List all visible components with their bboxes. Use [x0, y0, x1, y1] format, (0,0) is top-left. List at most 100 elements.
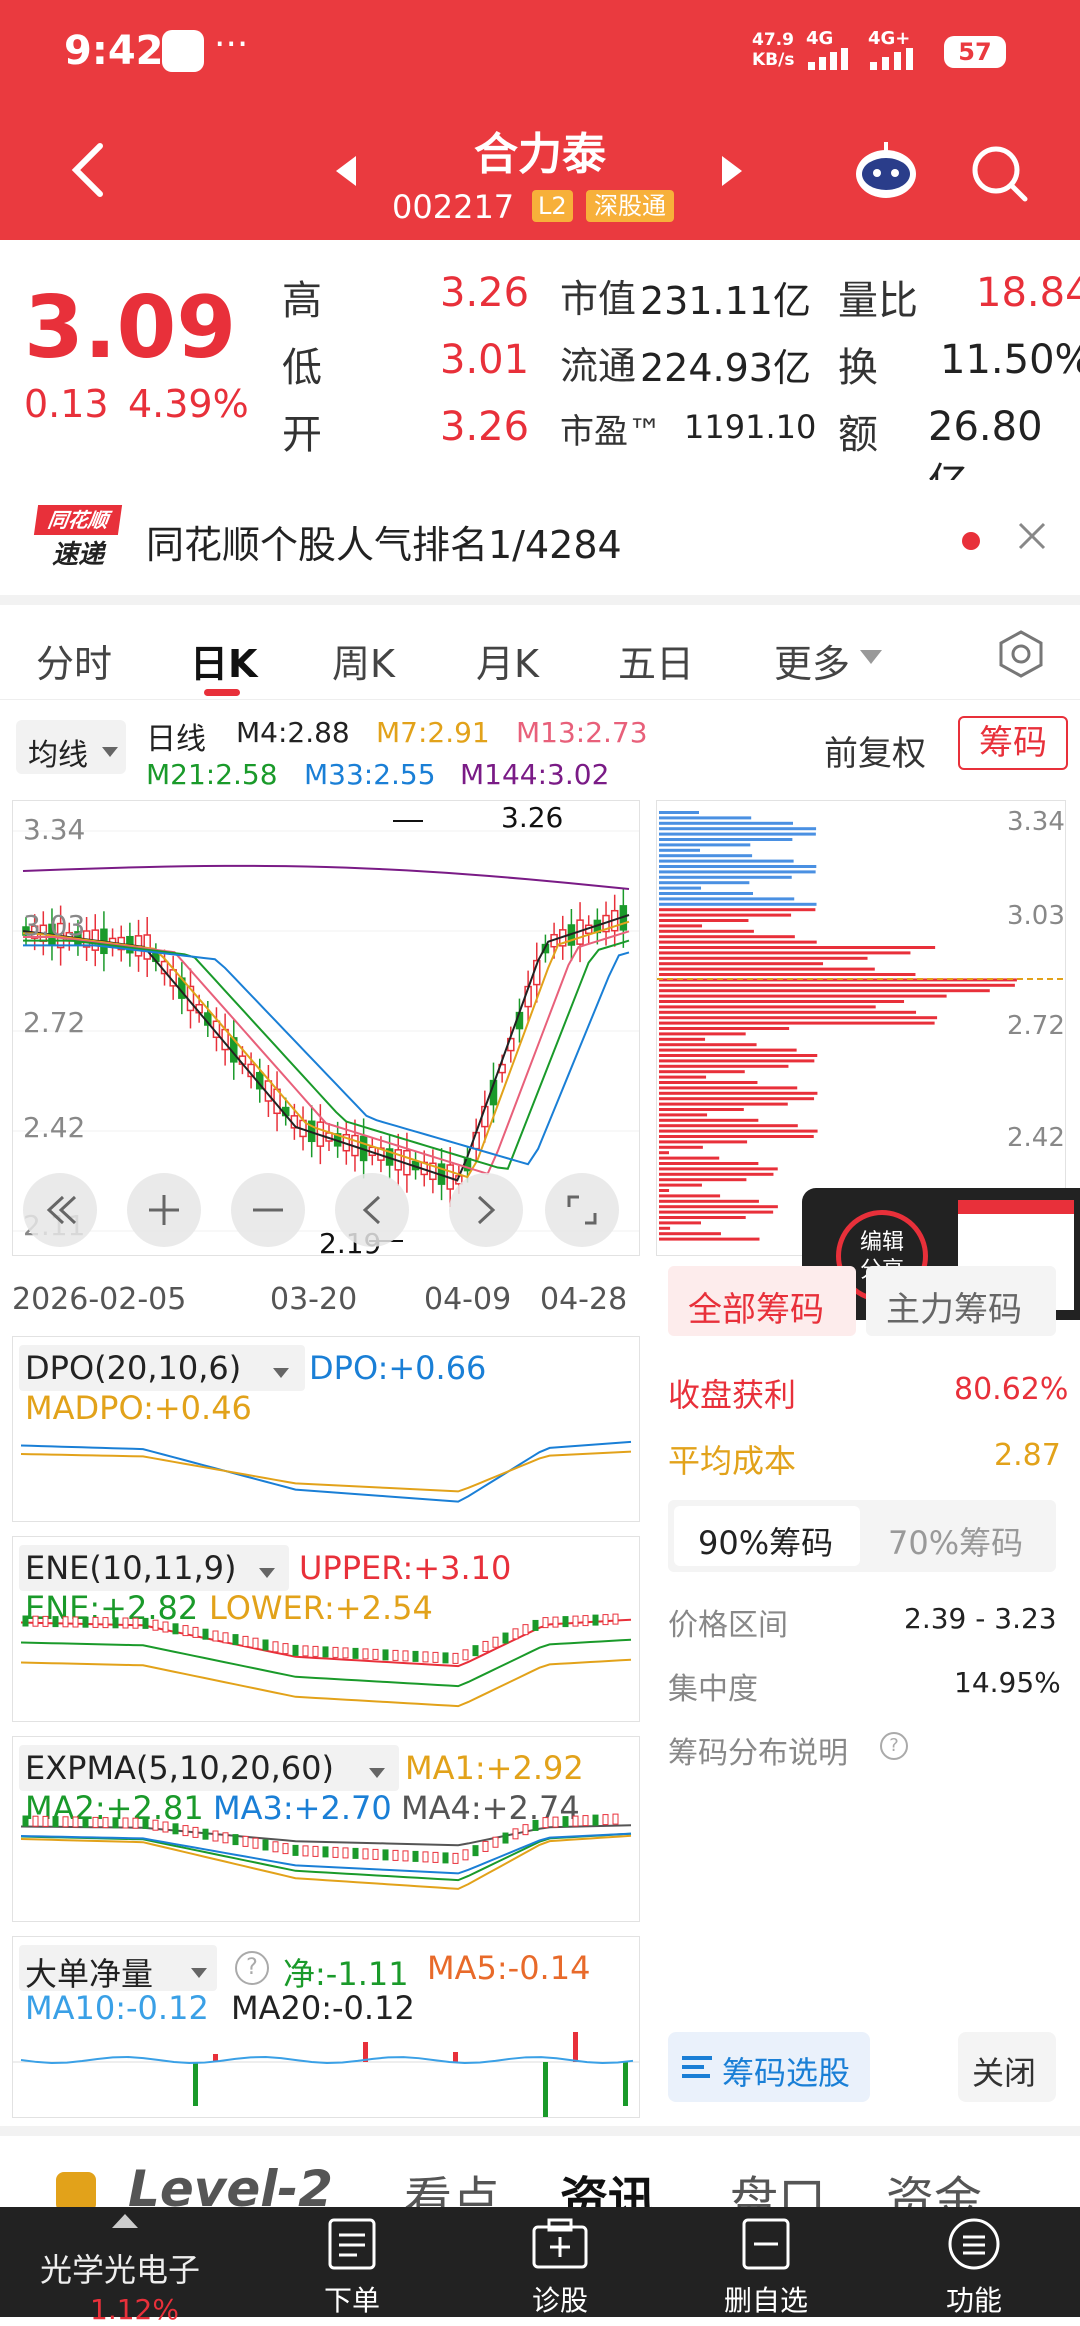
mini-candle	[332, 1846, 339, 1858]
close-icon[interactable]	[1016, 520, 1048, 552]
mini-candle	[182, 1625, 189, 1637]
l2-badge: L2	[532, 190, 573, 222]
tab-weekly-k[interactable]: 周K	[332, 633, 395, 688]
mini-candle	[472, 1645, 479, 1657]
zoom-out-icon[interactable]	[231, 1173, 305, 1247]
chip-bar	[659, 1005, 876, 1009]
mini-candle	[482, 1640, 489, 1652]
turnover-label: 换	[838, 345, 878, 391]
tab-main-chips[interactable]: 主力筹码	[866, 1266, 1056, 1336]
mini-candle	[572, 1615, 579, 1627]
help-icon[interactable]: ?	[880, 1732, 908, 1760]
tab-all-chips[interactable]: 全部筹码	[668, 1266, 856, 1336]
next-stock-icon[interactable]	[720, 156, 744, 186]
chip-bar	[659, 832, 816, 836]
ene-panel: ENE(10,11,9) UPPER:+3.10 ENE:+2.82 LOWER…	[12, 1536, 640, 1722]
y-label-top: 3.34	[23, 813, 86, 846]
pe-value: 1191.10	[684, 408, 817, 446]
tab-level2[interactable]: Level-2	[128, 2160, 333, 2207]
zoom-in-icon[interactable]	[127, 1173, 201, 1247]
tab-70-chips[interactable]: 70%筹码	[888, 1518, 1023, 1564]
chip-y-3: 2.72	[1007, 1011, 1065, 1041]
mini-candle	[112, 1817, 119, 1829]
chip-bar	[659, 962, 824, 966]
fast-back-icon[interactable]	[23, 1173, 97, 1247]
low-label: 低	[282, 345, 322, 391]
order-bar	[623, 2062, 628, 2106]
prev-stock-icon[interactable]	[334, 156, 358, 186]
turnover-value: 11.50%	[940, 337, 1080, 383]
chip-bar	[659, 951, 911, 955]
tab-90-chips[interactable]: 90%筹码	[674, 1506, 860, 1566]
chip-y-4: 2.42	[1007, 1123, 1065, 1153]
search-icon[interactable]	[970, 144, 1030, 204]
scroll-right-icon[interactable]	[449, 1173, 523, 1247]
chip-bar	[659, 1135, 814, 1138]
sector-name[interactable]: 光学光电子	[40, 2245, 200, 2291]
menu-circle-icon	[948, 2218, 1000, 2270]
mini-candle	[512, 1828, 519, 1840]
mini-candle	[232, 1634, 239, 1646]
ma-selector[interactable]: 均线	[16, 720, 126, 774]
chip-bar	[659, 989, 990, 993]
chip-bar	[659, 870, 816, 874]
remove-watchlist-button[interactable]: 删自选	[706, 2217, 826, 2319]
mini-candle	[352, 1647, 359, 1659]
chip-toggle-button[interactable]: 筹码	[958, 716, 1068, 770]
scroll-left-icon[interactable]	[335, 1173, 409, 1247]
mini-candle	[602, 1814, 609, 1826]
concentration-label: 集中度	[668, 1672, 758, 1707]
chip-bar	[659, 1162, 759, 1165]
mini-candle	[62, 1816, 69, 1828]
mini-candle	[462, 1849, 469, 1861]
popularity-banner[interactable]: 同花顺 速递 同花顺个股人气排名1/4284	[0, 480, 1080, 595]
kline-chart[interactable]: 3.34 3.03 2.72 2.42 2.11 3.26 2.19	[12, 800, 640, 1260]
mini-candle	[472, 1845, 479, 1857]
tab-funds[interactable]: 资金	[886, 2160, 982, 2207]
high-value: 3.26	[440, 270, 530, 316]
mini-candle	[132, 1817, 139, 1829]
tab-daily-k[interactable]: 日K	[190, 633, 257, 688]
chip-close-button[interactable]: 关闭	[958, 2032, 1056, 2102]
x-label-2: 03-20	[270, 1282, 358, 1317]
functions-button[interactable]: 功能	[914, 2217, 1034, 2319]
x-label-start: 2026-02-05	[12, 1282, 187, 1317]
period-tabs: 分时 日K 周K 月K 五日 更多	[0, 605, 1080, 700]
low-value: 3.01	[440, 337, 530, 383]
chip-bar	[659, 1205, 778, 1209]
chip-explain-link[interactable]: 筹码分布说明	[668, 1728, 848, 1772]
order-button[interactable]: 下单	[292, 2217, 412, 2319]
tab-news[interactable]: 资讯	[560, 2160, 656, 2207]
mini-candle	[592, 1614, 599, 1626]
mini-candle	[542, 1617, 549, 1629]
tab-monthly-k[interactable]: 月K	[476, 633, 539, 688]
chip-bar	[659, 1199, 759, 1203]
mini-candle	[442, 1652, 449, 1664]
diagnose-button[interactable]: 诊股	[500, 2217, 620, 2319]
tab-five-day[interactable]: 五日	[618, 633, 694, 688]
chip-stock-select-button[interactable]: 筹码选股	[668, 2032, 870, 2102]
settings-hex-icon[interactable]	[996, 629, 1046, 679]
mini-candle	[192, 1626, 199, 1638]
net-speed: 47.9 KB/s	[752, 30, 795, 70]
fullscreen-icon[interactable]	[545, 1173, 619, 1247]
chip-bar	[659, 973, 916, 976]
y-label-2: 3.03	[23, 909, 86, 942]
back-icon[interactable]	[68, 142, 108, 198]
mini-candle	[522, 1824, 529, 1836]
tab-more[interactable]: 更多	[774, 633, 850, 688]
y-label-3: 2.72	[23, 1006, 86, 1039]
concentration-value: 14.95%	[954, 1666, 1061, 1699]
tab-highlights[interactable]: 看点	[404, 2160, 500, 2207]
range-value: 2.39 - 3.23	[904, 1602, 1057, 1635]
mini-candle	[62, 1616, 69, 1628]
order-bar	[543, 2062, 548, 2117]
last-price: 3.09	[24, 278, 237, 378]
mini-candle	[342, 1647, 349, 1659]
tab-intraday[interactable]: 分时	[36, 633, 112, 688]
tab-orderbook[interactable]: 盘口	[730, 2160, 826, 2207]
mini-candle	[452, 1652, 459, 1664]
mini-candle	[162, 1821, 169, 1833]
adjust-mode[interactable]: 前复权	[824, 726, 926, 775]
robot-assistant-icon[interactable]	[852, 140, 920, 200]
